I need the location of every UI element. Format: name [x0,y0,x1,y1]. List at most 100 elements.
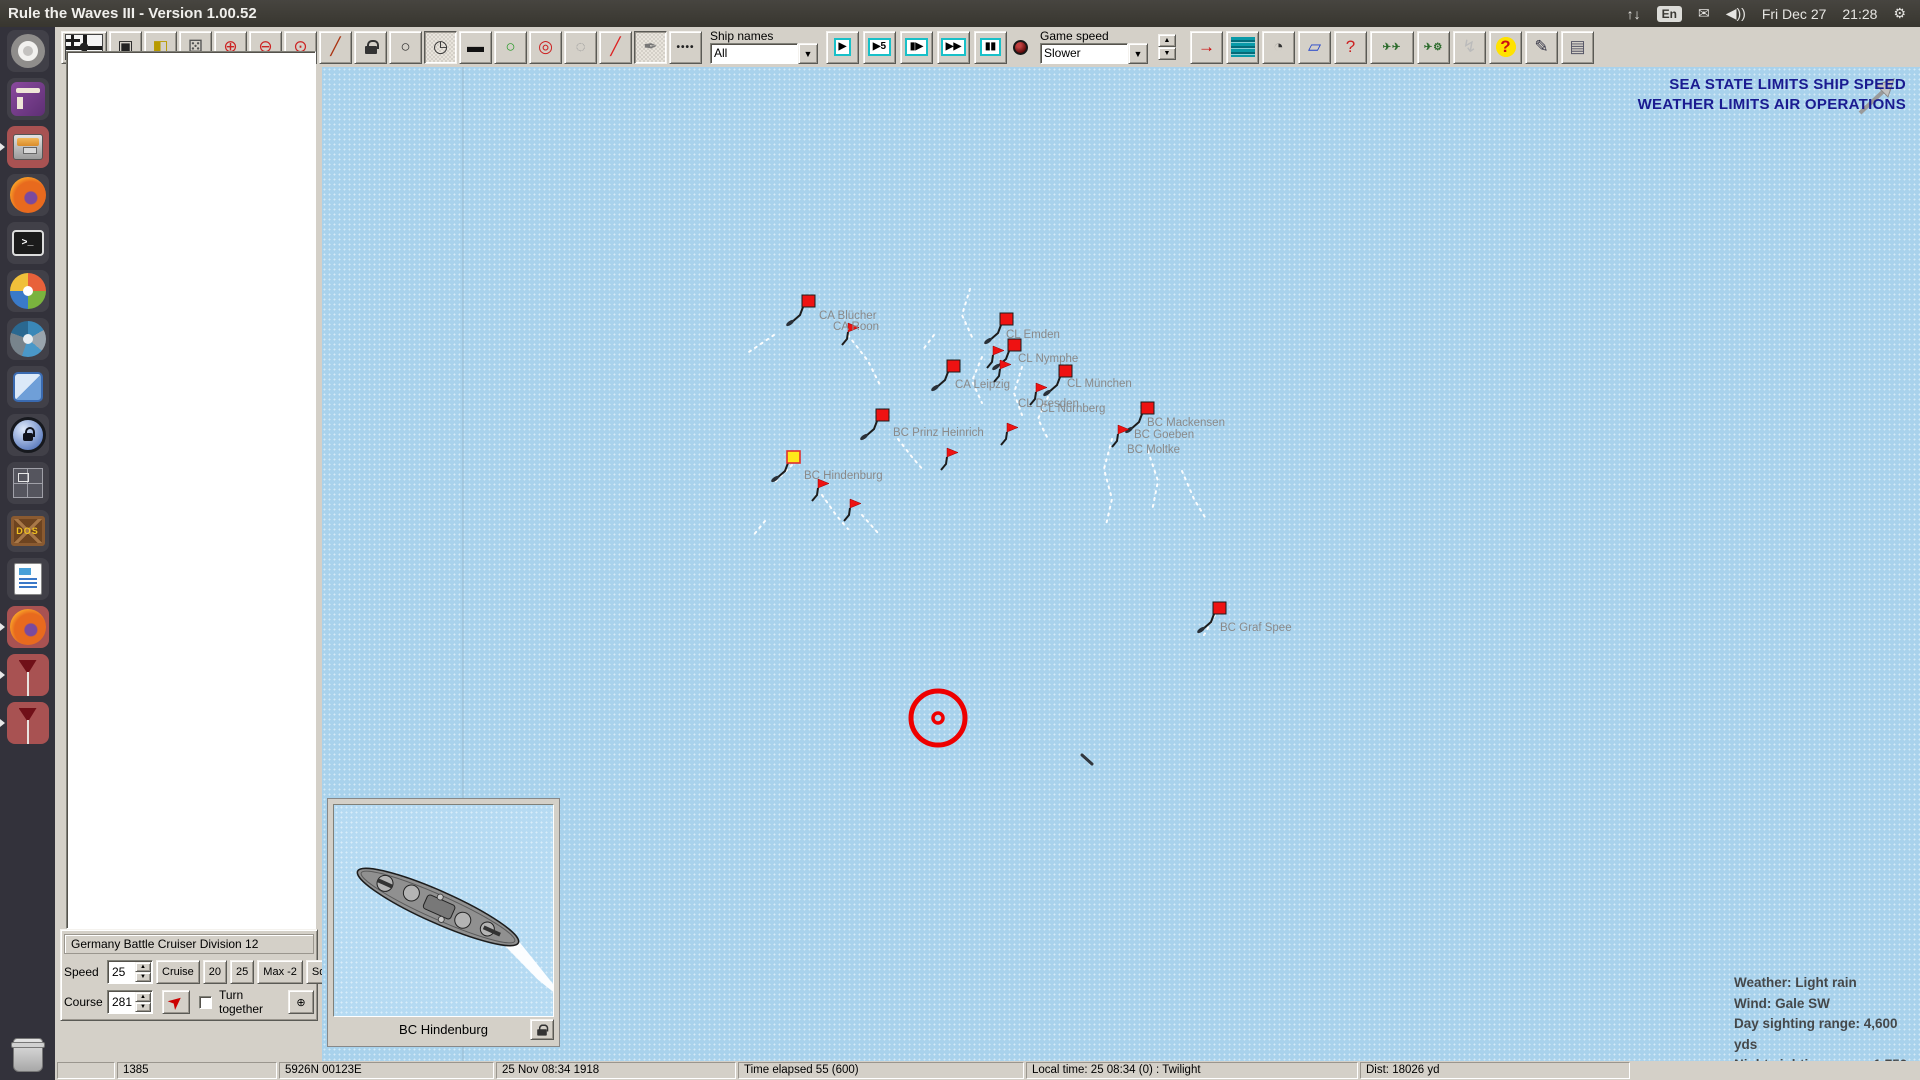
dock-item-playonlinux[interactable] [0,267,55,315]
spin-down-button[interactable]: ▼ [1158,47,1176,60]
ship-flag-bc-graf-spee[interactable] [1213,602,1226,614]
speed-preset-cruise[interactable]: Cruise [156,960,200,984]
dock-item-libreoffice-writer[interactable] [0,555,55,603]
range-rings-button[interactable]: ○ [494,31,527,64]
power-gear-icon[interactable]: ⚙ [1893,5,1906,22]
ship-pennant-unnamed[interactable] [1036,383,1047,392]
tray-clock[interactable]: 21:28 [1842,6,1877,22]
ship-pennant-unnamed[interactable] [1000,360,1011,369]
dock-item-workspace-switcher[interactable] [0,459,55,507]
dock-item-wine-app-2[interactable] [0,699,55,747]
ship-flag-cl-m-nchen[interactable] [1059,365,1072,377]
stopwatch-button[interactable]: ◔ [1262,31,1295,64]
gun-target-button[interactable]: ◎ [529,31,562,64]
network-arrows-icon[interactable]: ↑↓ [1627,6,1641,22]
contact-circle-button[interactable]: ○ [389,31,422,64]
dock-item-dosbox[interactable]: DOS [0,507,55,555]
ship-names-dropdown[interactable]: All ▼ [710,43,818,64]
sea-state-button[interactable] [1226,31,1259,64]
small-contact-mark [1082,755,1092,764]
ship-flag-cl-emden[interactable] [1000,313,1013,325]
dock-item-firefox[interactable] [0,171,55,219]
chevron-down-icon[interactable]: ▼ [1128,43,1148,64]
dock-item-files-app[interactable] [0,75,55,123]
report-button[interactable]: ✎ [1525,31,1558,64]
dock-item-shutter[interactable] [0,315,55,363]
files-app-glyph [11,82,45,116]
ship-pennant-unnamed[interactable] [1007,423,1018,432]
tactical-map[interactable]: CA BlücherCA RoonCL EmdenCL NympheCA Lei… [322,67,1920,1061]
log-panel[interactable] [66,51,316,929]
course-up-button[interactable]: ▲ [135,992,151,1002]
help-button[interactable]: ? [1489,31,1522,64]
clock-ring-button[interactable]: ◷ [424,31,457,64]
ship-flag-ca-leipzig[interactable] [947,360,960,372]
dock-item-virtualbox[interactable] [0,363,55,411]
speed-preset-25[interactable]: 25 [230,960,254,984]
weather-info: Weather: Light rain Wind: Gale SW Day si… [1734,973,1920,1061]
play-5-button[interactable]: ▶5 [863,31,896,64]
shutter-glyph [10,321,46,357]
log-book-button[interactable]: ▱ [1298,31,1331,64]
ship-flag-bc-mackensen[interactable] [1141,402,1154,414]
game-speed-dropdown[interactable]: Slower ▼ [1040,43,1148,64]
lock-view-button[interactable] [354,31,387,64]
map-warnings: SEA STATE LIMITS SHIP SPEED WEATHER LIMI… [1638,75,1906,115]
aircraft-config-icon: ✈⚙ [1424,42,1443,53]
course-down-button[interactable]: ▼ [135,1002,151,1012]
ship-pennant-unnamed[interactable] [947,448,958,457]
ship-flag-bc-prinz-heinrich[interactable] [876,409,889,421]
ship-flag-ca-bl-cher[interactable] [802,295,815,307]
plot-course-button[interactable]: ╱ [319,31,352,64]
flag-pole-ca-leipzig [937,372,948,387]
speed-stepper[interactable]: 25 ▲▼ [107,960,153,984]
torpedo-info-button[interactable]: ? [1334,31,1367,64]
ship-flag-cl-nymphe[interactable] [1008,339,1021,351]
aircraft-formation-button[interactable]: ✈✈ [1370,31,1414,64]
speed-down-button[interactable]: ▼ [135,972,151,982]
fast-forward-button[interactable]: ▶▶ [937,31,970,64]
print-icon: ▤ [1569,37,1585,57]
set-course-arrow-button[interactable]: ➤ [162,990,190,1014]
firefox-icon [7,174,49,216]
speed-up-button[interactable]: ▲ [135,962,151,972]
dock-item-trash[interactable] [0,1038,55,1072]
dock-item-firefox-alt[interactable] [0,603,55,651]
keyboard-layout-indicator[interactable]: En [1657,6,1682,22]
signal-pill-icon: ▬ [467,37,484,57]
ship-sprite [334,805,554,1017]
division-title: Germany Battle Cruiser Division 12 [64,934,314,954]
lightning-button[interactable]: ↯ [1453,31,1486,64]
aircraft-config-button[interactable]: ✈⚙ [1417,31,1450,64]
advance-arrow-button[interactable]: → [1190,31,1223,64]
signal-pill-button[interactable]: ▬ [459,31,492,64]
spin-up-button[interactable]: ▲ [1158,34,1176,47]
volume-icon[interactable]: ◀)) [1726,5,1746,22]
splash-line-button[interactable]: ╱ [599,31,632,64]
course-stepper[interactable]: 281 ▲▼ [107,990,153,1014]
speed-preset-20[interactable]: 20 [203,960,227,984]
play-button[interactable]: ▶ [826,31,859,64]
mail-icon[interactable]: ✉ [1698,5,1710,22]
play-frame-button[interactable]: ▮▶ [900,31,933,64]
dock-item-wine-app-1[interactable] [0,651,55,699]
chevron-down-icon[interactable]: ▼ [798,43,818,64]
ship-names-control: Ship names All ▼ [710,30,818,64]
ship-lock-button[interactable] [530,1019,554,1040]
turn-together-checkbox[interactable] [199,996,212,1009]
dashed-ring-button[interactable]: ◌ [564,31,597,64]
dock-item-ubuntu-dash[interactable] [0,27,55,75]
dock-item-keepass[interactable] [0,411,55,459]
formation-compass-button[interactable]: ⊕ [288,990,314,1014]
dock-item-archive-manager[interactable] [0,123,55,171]
ship-pennant-unnamed[interactable] [850,499,861,508]
needle-pen-button[interactable]: ✒ [634,31,667,64]
ship-flag-bc-hindenburg[interactable] [787,451,800,463]
tray-date[interactable]: Fri Dec 27 [1762,6,1827,22]
more-dots-button[interactable]: •••• [669,31,702,64]
speed-preset-max-2[interactable]: Max -2 [257,960,303,984]
print-button[interactable]: ▤ [1561,31,1594,64]
ship-pennant-unnamed[interactable] [993,346,1004,355]
dock-item-terminal[interactable]: >_ [0,219,55,267]
pause-button[interactable]: ▮▮ [974,31,1007,64]
